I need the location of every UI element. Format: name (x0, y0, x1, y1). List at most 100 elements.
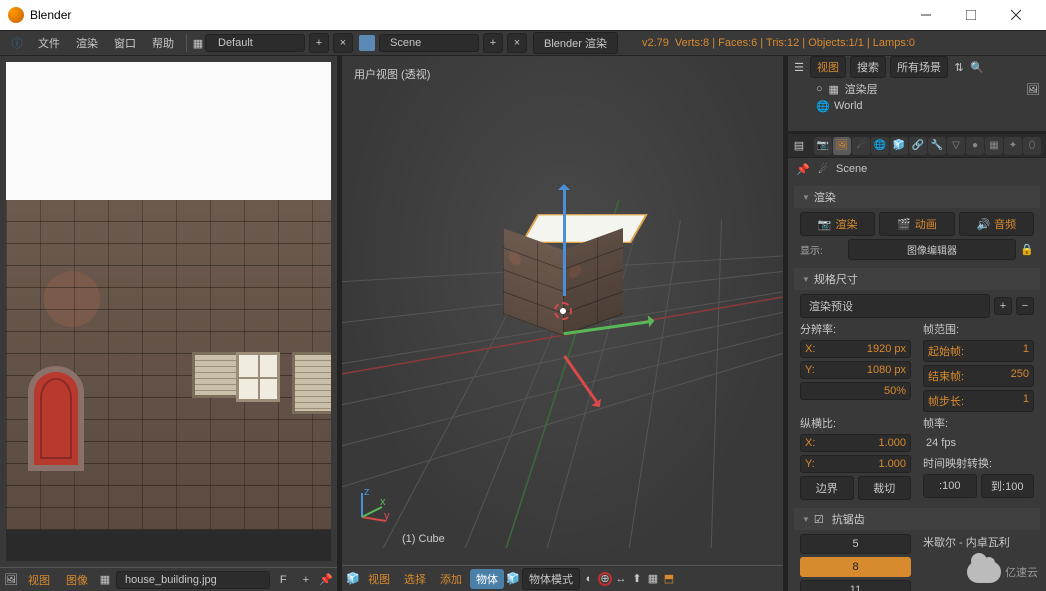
add-scene-button[interactable]: + (483, 33, 503, 53)
image-icon[interactable]: 🖼 (1026, 82, 1040, 96)
aa-opt-8[interactable]: 8 (800, 557, 911, 577)
info-icon[interactable]: ⓘ (10, 36, 24, 50)
tab-world[interactable]: 🌐 (871, 137, 889, 155)
vp-menu-view[interactable]: 视图 (362, 569, 396, 589)
add-screen-button[interactable]: + (309, 33, 329, 53)
uv-canvas[interactable] (6, 62, 331, 561)
delete-screen-button[interactable]: × (333, 33, 353, 53)
outliner-sort-icon[interactable]: ⇅ (952, 60, 966, 74)
render-panel-header[interactable]: 渲染 (794, 186, 1040, 208)
3d-cursor[interactable] (554, 302, 572, 320)
framerate-label: 帧率: (923, 415, 1034, 431)
frame-range-label: 帧范围: (923, 321, 1034, 337)
tab-texture[interactable]: ▦ (985, 137, 1003, 155)
res-x-field[interactable]: X:1920 px (800, 340, 911, 358)
svg-text:z: z (364, 486, 370, 498)
image-editor-icon[interactable]: 🖼 (4, 573, 18, 587)
render-engine-select[interactable]: Blender 渲染 (533, 32, 618, 54)
cloud-icon (967, 561, 1001, 583)
tab-physics[interactable]: ⬯ (1023, 137, 1041, 155)
vp-menu-add[interactable]: 添加 (434, 569, 468, 589)
tab-constraints[interactable]: 🔗 (909, 137, 927, 155)
aa-opt-11[interactable]: 11 (800, 580, 911, 591)
tab-object[interactable]: 🧊 (890, 137, 908, 155)
aa-panel-header[interactable]: ☑抗锯齿 (794, 508, 1040, 530)
mode-icon: 🧊 (506, 572, 520, 586)
outliner-search[interactable]: 搜索 (850, 56, 886, 78)
close-button[interactable] (993, 0, 1038, 30)
tab-particles[interactable]: ✦ (1004, 137, 1022, 155)
mode-select[interactable]: 物体模式 (522, 568, 580, 590)
frame-step-field[interactable]: 帧步长:1 (923, 390, 1034, 412)
frame-start-field[interactable]: 起始帧:1 (923, 340, 1034, 362)
menu-help[interactable]: 帮助 (144, 32, 182, 54)
uv-menu-view[interactable]: 视图 (22, 570, 56, 590)
frame-end-field[interactable]: 结束帧:250 (923, 365, 1034, 387)
render-button[interactable]: 📷渲染 (800, 212, 875, 236)
lock-icon[interactable]: 🔒 (1020, 243, 1034, 257)
outliner-filter[interactable]: 所有场景 (890, 56, 948, 78)
screen-layout-icon[interactable]: ▦ (191, 36, 205, 50)
vp-menu-select[interactable]: 选择 (398, 569, 432, 589)
texture-window (236, 352, 280, 402)
aa-samples-row: 5 8 11 16 (800, 534, 911, 591)
menu-file[interactable]: 文件 (30, 32, 68, 54)
menu-render[interactable]: 渲染 (68, 32, 106, 54)
vp-menu-object[interactable]: 物体 (470, 569, 504, 589)
dimensions-panel-header[interactable]: 规格尺寸 (794, 268, 1040, 290)
tab-render[interactable]: 📷 (814, 137, 832, 155)
image-browse-icon[interactable]: ▦ (98, 573, 112, 587)
tab-material[interactable]: ● (966, 137, 984, 155)
gizmo-z-axis[interactable] (563, 186, 566, 296)
tab-data[interactable]: ▽ (947, 137, 965, 155)
image-name-field[interactable]: house_building.jpg (116, 571, 270, 589)
aspect-y-field[interactable]: Y:1.000 (800, 455, 911, 473)
border-toggle[interactable]: 边界 (800, 476, 854, 500)
screen-layout-select[interactable]: Default (205, 34, 305, 52)
outliner-view[interactable]: 视图 (810, 56, 846, 78)
search-icon[interactable]: 🔍 (970, 60, 984, 74)
res-pct-field[interactable]: 50% (800, 382, 911, 400)
maximize-button[interactable] (948, 0, 993, 30)
outliner-row-renderlayers[interactable]: ○▦ 渲染层 🖼 (794, 80, 1040, 98)
preset-add-button[interactable]: + (994, 297, 1012, 315)
remap-new-field[interactable]: 到:100 (981, 474, 1035, 498)
fake-user-button[interactable]: F (274, 570, 293, 590)
animation-button[interactable]: 🎬动画 (879, 212, 954, 236)
tab-modifiers[interactable]: 🔧 (928, 137, 946, 155)
shading-solid-icon[interactable]: ◐ (582, 572, 596, 586)
display-select[interactable]: 图像编辑器 (848, 239, 1016, 260)
tab-render-layers[interactable]: 🖼 (833, 137, 851, 155)
menu-window[interactable]: 窗口 (106, 32, 144, 54)
scene-select[interactable]: Scene (379, 34, 479, 52)
pin-icon[interactable]: 📌 (796, 162, 810, 176)
outliner-row-world[interactable]: 🌐 World (794, 98, 1040, 114)
props-editor-icon[interactable]: ▤ (792, 139, 806, 153)
minimize-button[interactable] (903, 0, 948, 30)
layers-icon[interactable]: ▦ (646, 572, 660, 586)
time-remap-label: 时间映射转换: (923, 455, 1034, 471)
aa-opt-5[interactable]: 5 (800, 534, 911, 554)
snap-icon[interactable]: ⬒ (662, 572, 676, 586)
res-y-field[interactable]: Y:1080 px (800, 361, 911, 379)
render-preset-select[interactable]: 渲染预设 (800, 294, 990, 318)
pivot-mode-icon[interactable]: ⊕ (598, 572, 612, 586)
aspect-x-field[interactable]: X:1.000 (800, 434, 911, 452)
remap-old-field[interactable]: :100 (923, 474, 977, 498)
tab-scene[interactable]: ☄ (852, 137, 870, 155)
crop-toggle[interactable]: 裁切 (858, 476, 912, 500)
pin-icon[interactable]: 📌 (319, 573, 333, 587)
outliner-icon[interactable]: ☰ (792, 60, 806, 74)
delete-scene-button[interactable]: × (507, 33, 527, 53)
uv-menu-image[interactable]: 图像 (60, 570, 94, 590)
fps-select[interactable]: 24 fps (923, 434, 1034, 452)
3d-viewport[interactable]: 用户视图 (透视) (342, 56, 783, 565)
texture-shutter2 (292, 352, 331, 414)
audio-button[interactable]: 🔊音频 (959, 212, 1034, 236)
image-add-button[interactable]: + (297, 570, 315, 590)
preset-remove-button[interactable]: − (1016, 297, 1034, 315)
blender-logo-icon (8, 7, 24, 23)
viewport-editor-icon[interactable]: 🧊 (346, 572, 360, 586)
manipulator-icon[interactable]: ↔ (614, 572, 628, 586)
transform-orientation-icon[interactable]: ⬆ (630, 572, 644, 586)
